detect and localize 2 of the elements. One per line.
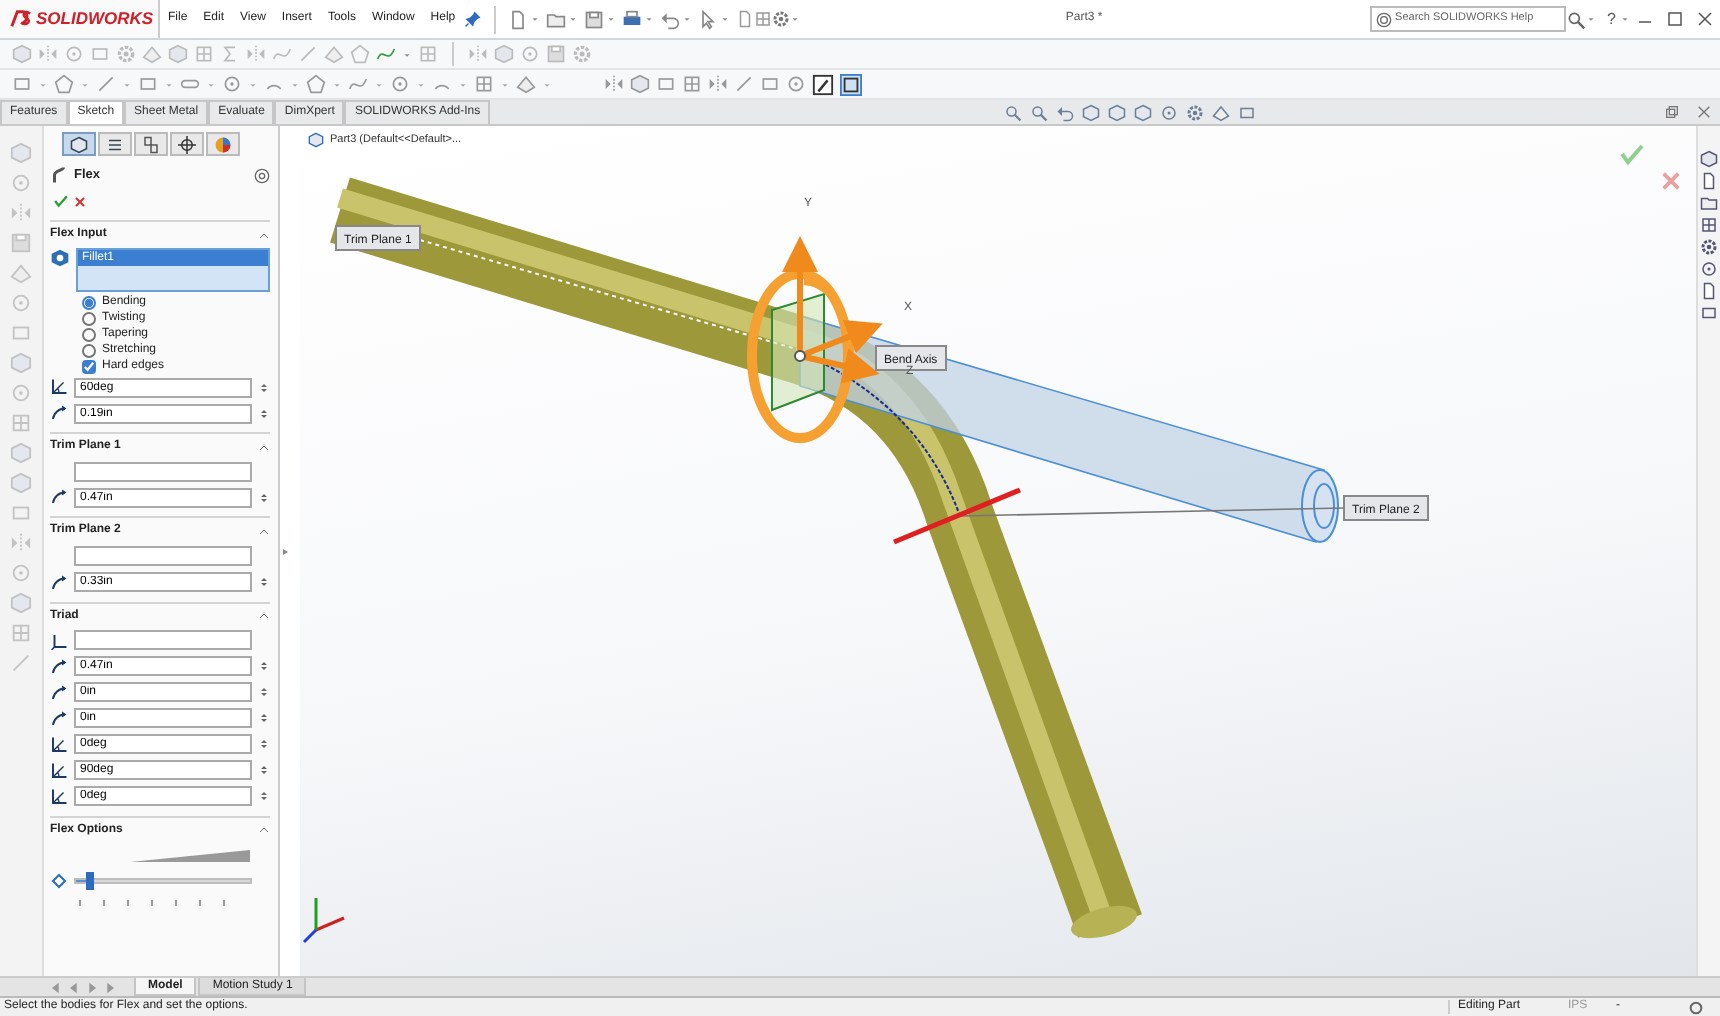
- help-menu[interactable]: ?: [1607, 9, 1616, 29]
- logo-text: SOLIDWORKS: [36, 8, 154, 30]
